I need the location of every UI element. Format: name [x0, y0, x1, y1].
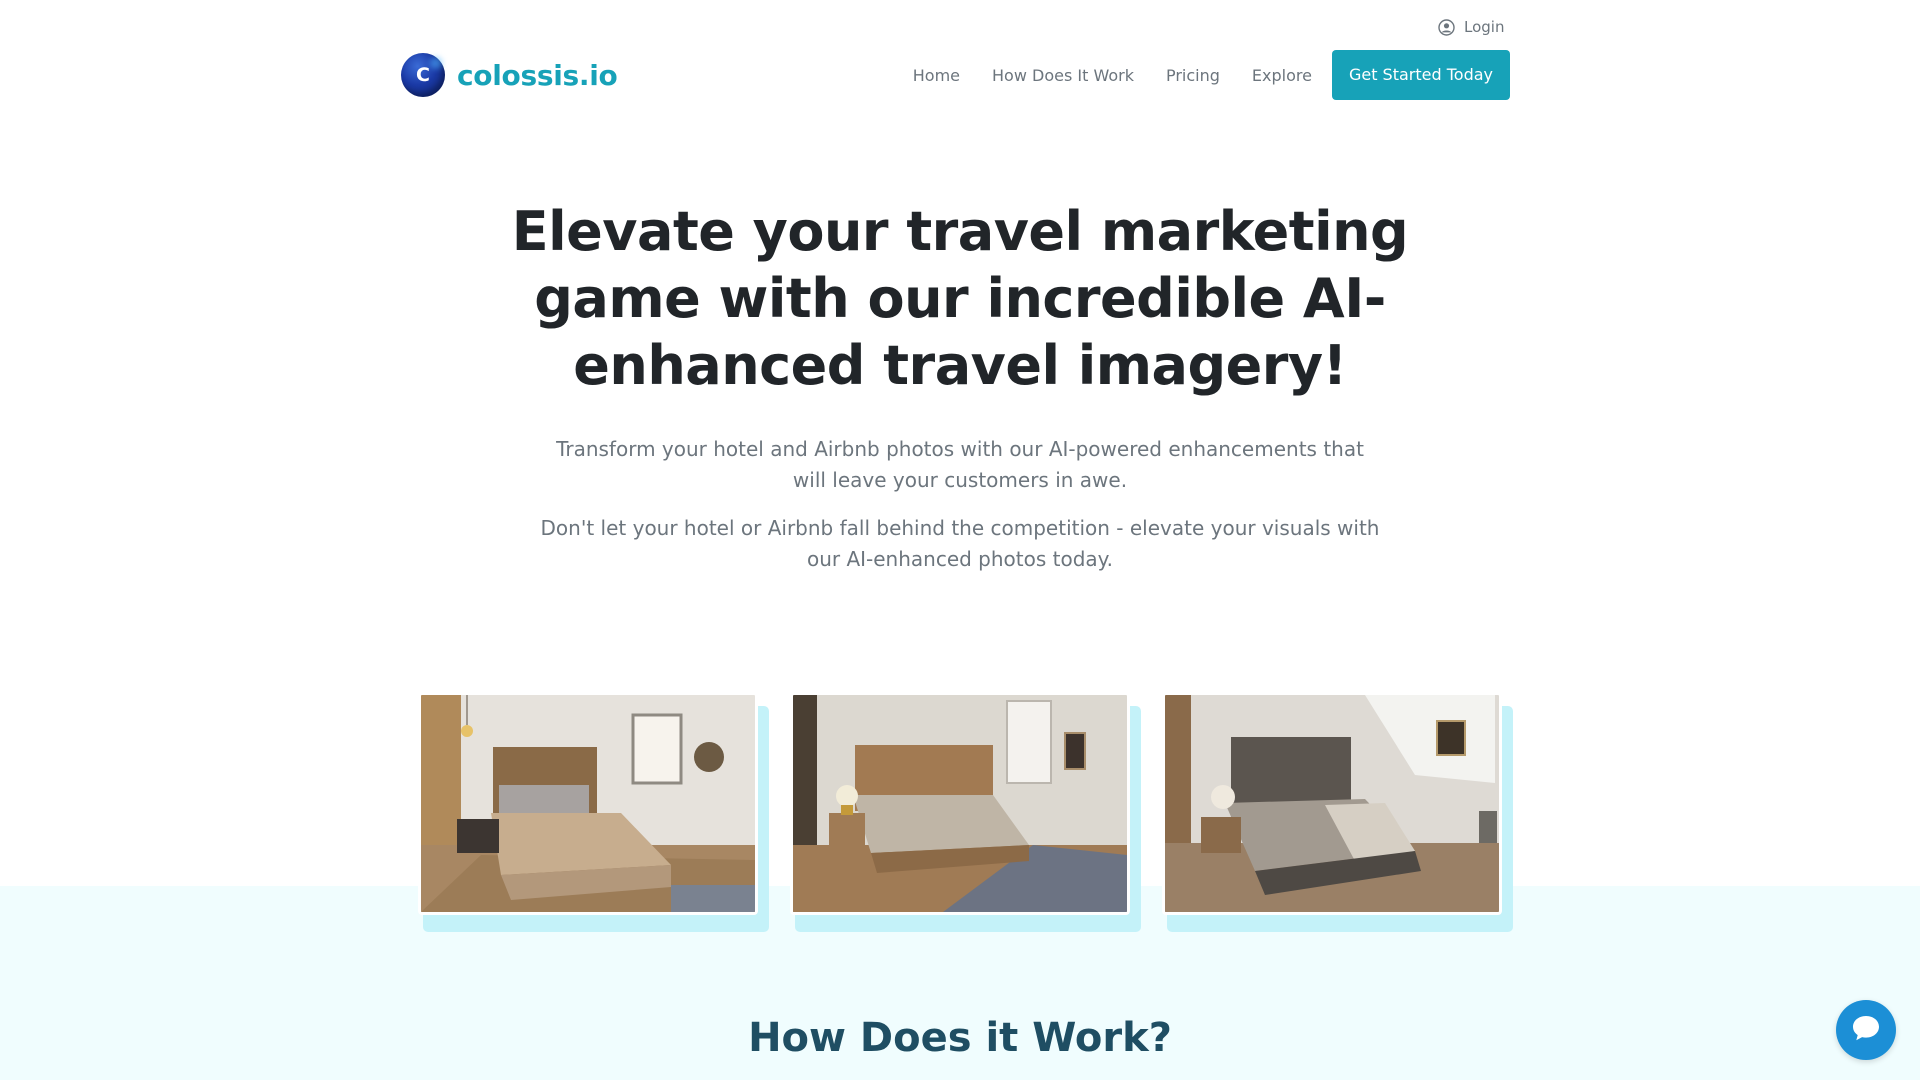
gallery-card [790, 692, 1141, 932]
section-title: How Does it Work? [748, 1015, 1172, 1061]
chat-bubble-icon [1851, 1014, 1881, 1046]
user-circle-icon [1438, 18, 1455, 36]
login-link[interactable]: Login [1438, 14, 1504, 40]
nav-item-pricing[interactable]: Pricing [1150, 66, 1236, 85]
nav-item-explore[interactable]: Explore [1236, 66, 1328, 85]
gallery-card [1162, 692, 1513, 932]
main-nav: Home How Does It Work Pricing Explore Ge… [0, 50, 1510, 100]
bedroom-photo [790, 692, 1130, 915]
login-label: Login [1464, 18, 1505, 36]
bedroom-photo [418, 692, 758, 915]
nav-item-how-it-works[interactable]: How Does It Work [976, 66, 1150, 85]
hero-subtitle-secondary: Don't let your hotel or Airbnb fall behi… [540, 516, 1380, 571]
hero-subtitle: Transform your hotel and Airbnb photos w… [556, 437, 1364, 492]
hero-title: Elevate your travel marketing game with … [511, 200, 1409, 397]
logo-letter: C [416, 64, 430, 86]
get-started-button[interactable]: Get Started Today [1331, 50, 1510, 100]
chat-button[interactable] [1836, 1000, 1896, 1060]
nav-item-home[interactable]: Home [897, 66, 976, 85]
bedroom-photo [1162, 692, 1502, 915]
gallery-card [418, 692, 769, 932]
